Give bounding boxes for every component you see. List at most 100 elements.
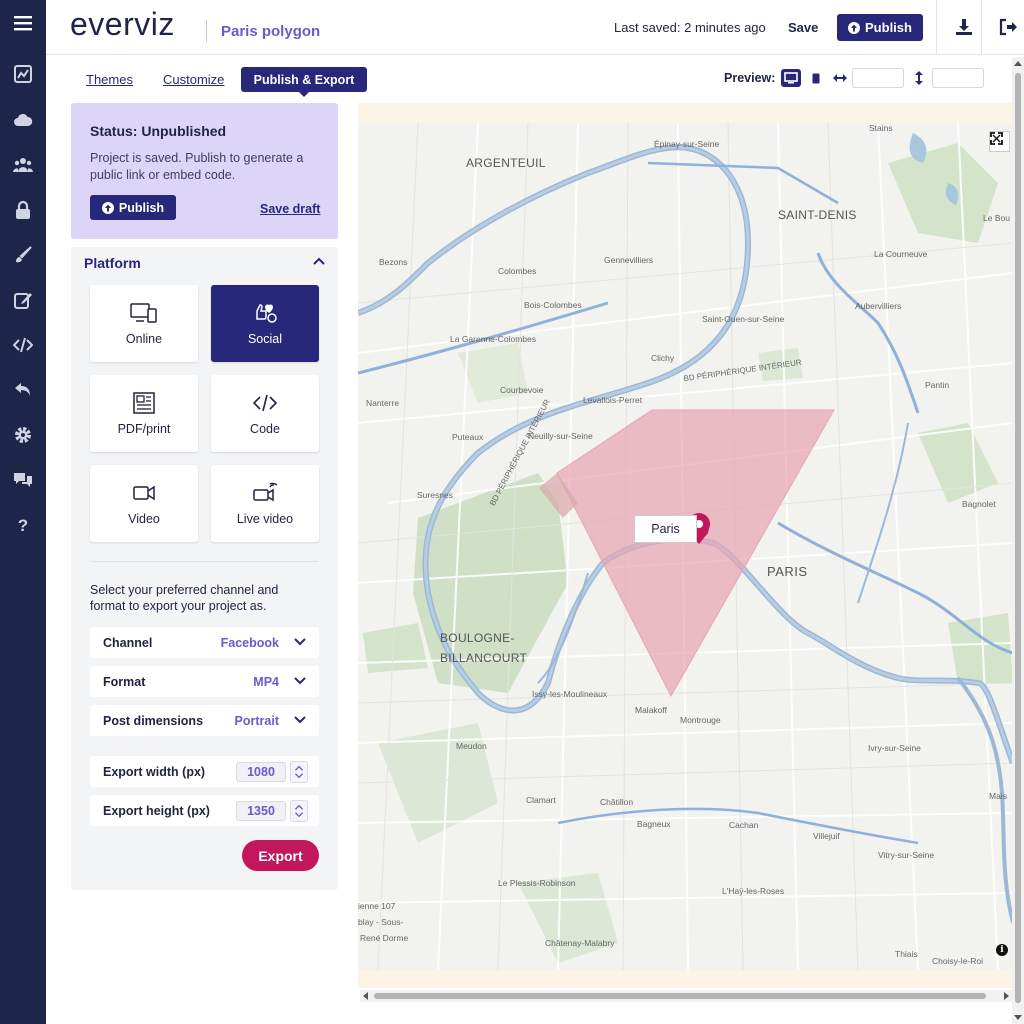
preview-label: Preview: xyxy=(724,71,776,85)
platform-title[interactable]: Platform xyxy=(84,255,141,271)
scrollbar-thumb[interactable] xyxy=(1015,73,1021,1003)
vertical-scrollbar[interactable] xyxy=(1012,57,1024,1024)
platform-panel: Platform Online Social PDF/print Code Vi… xyxy=(71,247,338,890)
edit-icon[interactable] xyxy=(0,285,46,315)
tile-label: Code xyxy=(250,421,280,436)
map-label: Levallois-Perret xyxy=(583,395,643,405)
code-icon[interactable] xyxy=(0,330,46,360)
header-divider xyxy=(206,20,207,42)
post-dimensions-value: Portrait xyxy=(234,714,279,728)
export-button[interactable]: Export xyxy=(242,840,319,871)
map-label: Clamart xyxy=(526,795,556,805)
export-width-input[interactable]: 1080 xyxy=(236,762,286,782)
map-label: ARGENTEUIL xyxy=(466,156,546,170)
export-width-row: Export width (px) 1080 xyxy=(90,756,319,787)
fullscreen-button[interactable] xyxy=(989,131,1010,152)
preview-width-input[interactable] xyxy=(852,68,904,88)
tile-label: Video xyxy=(128,511,160,526)
tab-customize[interactable]: Customize xyxy=(163,72,224,87)
map-label: Malakoff xyxy=(635,705,667,715)
chevron-down-icon xyxy=(294,677,306,685)
tile-label: PDF/print xyxy=(117,421,171,436)
channel-select[interactable]: Channel Facebook xyxy=(90,627,319,658)
map-label: Épinay-sur-Seine xyxy=(654,139,720,149)
gear-icon[interactable] xyxy=(0,420,46,450)
platform-tile-social[interactable]: Social xyxy=(211,285,319,362)
download-icon[interactable] xyxy=(954,17,974,37)
channel-value: Facebook xyxy=(220,636,279,650)
platform-tile-code[interactable]: Code xyxy=(211,375,319,452)
tab-publish-export[interactable]: Publish & Export xyxy=(241,67,367,97)
tile-label: Social xyxy=(247,331,283,346)
export-height-row: Export height (px) 1350 xyxy=(90,795,319,826)
left-nav-rail: ? xyxy=(0,0,46,1024)
map-label: Nanterre xyxy=(366,398,400,408)
cloud-icon[interactable] xyxy=(0,105,46,135)
publish-button[interactable]: Publish xyxy=(837,14,923,41)
chevron-up-icon[interactable] xyxy=(312,256,326,266)
last-saved-status: Last saved: 2 minutes ago xyxy=(614,20,766,35)
everviz-logo[interactable]: everviz xyxy=(70,6,175,43)
brush-icon[interactable] xyxy=(0,240,46,270)
map-label: Pantin xyxy=(925,380,950,390)
map-label: Ivry-sur-Seine xyxy=(868,743,921,753)
lock-icon[interactable] xyxy=(0,195,46,225)
desktop-preview-icon[interactable] xyxy=(781,69,801,87)
logout-icon[interactable] xyxy=(998,17,1018,37)
save-button[interactable]: Save xyxy=(788,20,818,35)
format-select[interactable]: Format MP4 xyxy=(90,666,319,697)
upload-circle-icon xyxy=(848,21,861,34)
tab-themes[interactable]: Themes xyxy=(86,72,133,87)
platform-tile-video[interactable]: Video xyxy=(90,465,198,542)
undo-icon[interactable] xyxy=(0,375,46,405)
help-icon[interactable]: ? xyxy=(0,510,46,540)
horizontal-scrollbar[interactable] xyxy=(360,990,1012,1002)
header-divider xyxy=(936,0,937,55)
map-label: La Courneuve xyxy=(874,249,928,259)
map-label: Thiais xyxy=(895,949,918,959)
export-height-input[interactable]: 1350 xyxy=(236,801,286,821)
map-label: Bagnolet xyxy=(962,499,996,509)
map-label: Châtenay-Malabry xyxy=(545,938,615,948)
post-dimensions-select[interactable]: Post dimensions Portrait xyxy=(90,705,319,736)
platform-tile-pdf-print[interactable]: PDF/print xyxy=(90,375,198,452)
map-label: L'Haÿ-les-Roses xyxy=(722,886,785,896)
mobile-preview-icon[interactable] xyxy=(809,69,823,87)
publish-label: Publish xyxy=(865,20,912,35)
map-canvas[interactable]: Stains Épinay-sur-Seine ARGENTEUIL SAINT… xyxy=(358,123,1013,970)
height-arrows-icon xyxy=(912,69,926,87)
save-draft-link[interactable]: Save draft xyxy=(260,202,320,216)
stepper-icon[interactable] xyxy=(290,800,308,822)
project-title[interactable]: Paris polygon xyxy=(221,23,320,40)
info-icon[interactable]: i xyxy=(996,944,1008,956)
svg-text:?: ? xyxy=(18,516,28,535)
chart-icon[interactable] xyxy=(0,59,46,89)
stepper-icon[interactable] xyxy=(290,761,308,783)
map-label: Bois-Colombes xyxy=(524,300,582,310)
map-label: ienne 107 xyxy=(358,901,396,911)
map-label: Issy-les-Moulineaux xyxy=(532,689,608,699)
status-publish-button[interactable]: Publish xyxy=(90,195,176,220)
map-label: SAINT-DENIS xyxy=(778,208,857,222)
format-label: Format xyxy=(103,675,146,689)
users-icon[interactable] xyxy=(0,150,46,180)
chat-icon[interactable] xyxy=(0,465,46,495)
social-likes-icon xyxy=(256,303,277,323)
map-label: Stains xyxy=(869,123,893,133)
upload-circle-icon xyxy=(101,201,114,214)
map-label: blay - Sous- xyxy=(358,917,404,927)
scrollbar-thumb[interactable] xyxy=(374,993,986,999)
tile-label: Online xyxy=(125,331,163,346)
platform-tile-online[interactable]: Online xyxy=(90,285,198,362)
map-label: Cachan xyxy=(729,820,759,830)
platform-tile-live-video[interactable]: Live video xyxy=(211,465,319,542)
post-dimensions-label: Post dimensions xyxy=(103,714,204,728)
export-height-label: Export height (px) xyxy=(103,804,210,818)
map-label: Villejuif xyxy=(813,831,840,841)
preview-height-input[interactable] xyxy=(932,68,984,88)
map-label: Gennevilliers xyxy=(604,255,654,265)
platform-description: Select your preferred channel and format… xyxy=(90,583,279,613)
map-label: Mais xyxy=(989,791,1007,801)
menu-icon[interactable] xyxy=(0,8,46,38)
map-label: Neuilly-sur-Seine xyxy=(528,431,593,441)
